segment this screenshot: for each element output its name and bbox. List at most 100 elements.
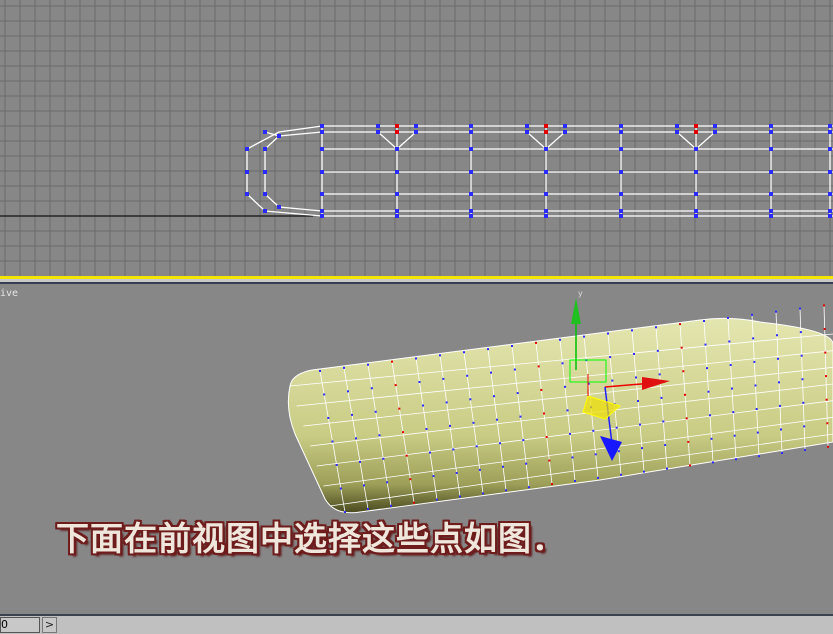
vertex[interactable] [455, 471, 458, 474]
vertex[interactable] [825, 375, 827, 378]
vertex[interactable] [540, 388, 543, 391]
vertex[interactable] [828, 147, 832, 151]
vertex[interactable] [664, 444, 667, 447]
vertex[interactable] [706, 367, 708, 370]
y-axis-arrow-icon[interactable] [571, 298, 581, 324]
vertex[interactable] [544, 170, 548, 174]
vertex[interactable] [823, 304, 825, 307]
vertex[interactable] [496, 418, 498, 421]
vertex[interactable] [685, 417, 688, 420]
vertex[interactable] [643, 470, 645, 473]
vertex[interactable] [363, 484, 365, 487]
vertex[interactable] [277, 205, 281, 209]
vertex[interactable] [707, 390, 710, 393]
vertex[interactable] [769, 130, 773, 134]
vertex[interactable] [499, 442, 501, 445]
vertex[interactable] [263, 192, 267, 196]
vertex[interactable] [680, 346, 683, 349]
vertex[interactable] [449, 424, 451, 427]
vertex[interactable] [490, 371, 492, 374]
vertex[interactable] [323, 393, 326, 396]
vertex[interactable] [609, 356, 612, 359]
vertex[interactable] [694, 192, 698, 196]
vertex[interactable] [828, 214, 832, 218]
vertex[interactable] [694, 209, 698, 213]
vertex[interactable] [689, 464, 691, 467]
vertex[interactable] [551, 483, 553, 486]
vertex[interactable] [414, 124, 418, 128]
vertex[interactable] [660, 396, 663, 399]
vertex[interactable] [687, 440, 690, 443]
vertex[interactable] [776, 334, 778, 337]
vertex[interactable] [752, 337, 755, 340]
vertex[interactable] [781, 452, 783, 455]
vertex[interactable] [525, 124, 529, 128]
perspective-viewport[interactable]: y ive [0, 284, 833, 614]
vertex[interactable] [735, 458, 737, 461]
vertex[interactable] [592, 429, 595, 432]
perspective-viewport-canvas[interactable]: y [0, 284, 833, 614]
vertex[interactable] [245, 147, 249, 151]
vertex[interactable] [466, 374, 469, 377]
vertex[interactable] [320, 130, 324, 134]
vertex[interactable] [561, 362, 564, 365]
vertex[interactable] [320, 170, 324, 174]
vertex[interactable] [620, 473, 622, 476]
vertex[interactable] [775, 310, 777, 313]
vertex[interactable] [619, 170, 623, 174]
vertex[interactable] [487, 348, 489, 351]
vertex[interactable] [611, 379, 614, 382]
vertex[interactable] [327, 416, 330, 419]
vertex[interactable] [753, 360, 756, 363]
vertex[interactable] [544, 147, 548, 151]
frame-field[interactable]: 0 [0, 617, 40, 633]
vertex[interactable] [482, 492, 484, 495]
vertex[interactable] [545, 436, 548, 439]
vertex[interactable] [374, 410, 377, 413]
vertex[interactable] [395, 170, 399, 174]
vertex[interactable] [755, 408, 758, 411]
vertex[interactable] [367, 363, 369, 366]
selected-vertex[interactable] [544, 124, 548, 128]
vertex[interactable] [713, 124, 717, 128]
vertex[interactable] [641, 447, 643, 450]
vertex[interactable] [675, 130, 679, 134]
vertex[interactable] [469, 398, 472, 401]
vertex[interactable] [617, 450, 620, 453]
vertex[interactable] [525, 130, 529, 134]
vertex[interactable] [544, 214, 548, 218]
vertex[interactable] [823, 328, 826, 331]
vertex[interactable] [263, 209, 267, 213]
vertex[interactable] [439, 354, 441, 357]
vertex[interactable] [319, 369, 321, 372]
vertex[interactable] [563, 124, 567, 128]
vertex[interactable] [544, 209, 548, 213]
vertex[interactable] [413, 501, 415, 504]
vertex[interactable] [343, 366, 345, 369]
vertex[interactable] [544, 192, 548, 196]
vertex[interactable] [516, 392, 519, 395]
vertex[interactable] [769, 147, 773, 151]
vertex[interactable] [405, 454, 408, 457]
vertex[interactable] [395, 192, 399, 196]
vertex[interactable] [713, 130, 717, 134]
viewport-label[interactable]: ive [0, 288, 18, 299]
vertex[interactable] [799, 331, 802, 334]
vertex[interactable] [607, 332, 609, 335]
vertex[interactable] [803, 425, 806, 428]
vertex[interactable] [799, 307, 801, 310]
vertex[interactable] [825, 398, 828, 401]
vertex[interactable] [769, 192, 773, 196]
vertex[interactable] [709, 414, 711, 417]
vertex[interactable] [684, 393, 686, 396]
vertex[interactable] [522, 439, 525, 442]
vertex[interactable] [378, 434, 381, 437]
vertex[interactable] [535, 341, 537, 344]
vertex[interactable] [769, 170, 773, 174]
vertex[interactable] [732, 411, 735, 414]
vertex[interactable] [727, 316, 729, 319]
selected-vertex[interactable] [395, 124, 399, 128]
vertex[interactable] [493, 395, 495, 398]
vertex[interactable] [339, 487, 342, 490]
vertex[interactable] [429, 451, 431, 454]
